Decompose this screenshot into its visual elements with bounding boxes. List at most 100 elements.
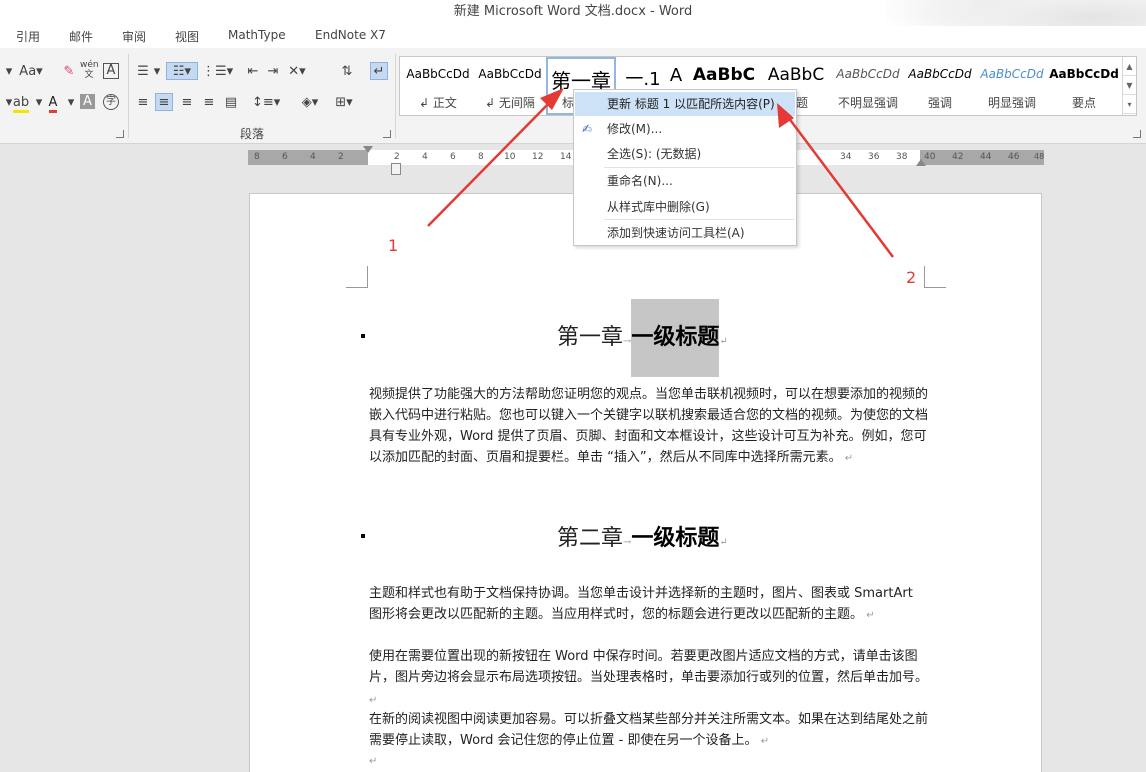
tab-mathtype[interactable]: MathType (228, 28, 286, 42)
ruler-number: 48 (1034, 152, 1045, 161)
dropdown-arrow-icon[interactable]: ▾ (152, 63, 162, 81)
menu-item-select-all[interactable]: 全选(S): (无数据) (575, 142, 795, 166)
style-context-menu: 更新 标题 1 以匹配所选内容(P) ✍ 修改(M)... 全选(S): (无数据… (573, 89, 797, 246)
ruler-number: 6 (450, 152, 456, 162)
shading-icon[interactable]: ◈▾ (296, 94, 324, 112)
show-marks-icon[interactable]: ↵ (370, 62, 388, 80)
tab-view[interactable]: 视图 (175, 28, 199, 45)
style-sample: 一.1 (625, 69, 661, 90)
change-case-label: Aa (19, 64, 37, 79)
ruler-number: 10 (504, 152, 516, 162)
pinyin-guide-icon[interactable]: wén 文 (80, 60, 99, 80)
right-indent-marker[interactable] (916, 159, 926, 166)
paragraph-1[interactable]: 视频提供了功能强大的方法帮助您证明您的观点。当您单击联机视频时，可以在想要添加的… (369, 384, 929, 469)
menu-item-remove-from-gallery[interactable]: 从样式库中删除(G) (575, 195, 795, 219)
annotation-label-1: 1 (388, 236, 399, 255)
tab-mailings[interactable]: 邮件 (69, 28, 93, 45)
first-line-indent-marker[interactable] (363, 146, 373, 154)
style-name: 不明显强调 (837, 96, 898, 110)
style-name: 要点 (1071, 96, 1096, 110)
margin-corner-right (924, 266, 946, 288)
font-color-icon[interactable]: A (44, 94, 62, 113)
style-subtle-emphasis[interactable]: AaBbCcDd 不明显强调 (832, 57, 904, 115)
menu-item-add-to-qat[interactable]: 添加到快速访问工具栏(A) (575, 221, 795, 245)
group-separator (395, 54, 396, 138)
modify-icon: ✍ (582, 122, 593, 136)
align-center-icon[interactable]: ≡ (155, 93, 173, 111)
style-sample: AaBbCcDd (1049, 67, 1119, 81)
scroll-down-icon[interactable]: ▼ (1123, 76, 1136, 95)
menu-separator (604, 219, 794, 220)
char-shading-icon[interactable]: A (80, 94, 95, 109)
heading-2[interactable]: 第二章→一级标题↵ (557, 520, 728, 552)
menu-item-modify-label: 修改(M)... (607, 122, 663, 136)
ruler-number: 36 (868, 152, 880, 162)
style-sample: AaBbC (767, 65, 825, 85)
menu-item-update-style[interactable]: 更新 标题 1 以匹配所选内容(P) (575, 92, 795, 116)
ruler-number: 12 (532, 152, 544, 162)
clear-format-icon[interactable]: ✎ (60, 63, 78, 81)
heading-1[interactable]: 第一章→一级标题↵ (557, 299, 728, 377)
paragraph-3-text: 使用在需要位置出现的新按钮在 Word 中保存时间。若要更改图片适应文档的方式，… (369, 649, 929, 685)
heading-bullet (361, 534, 365, 538)
empty-paragraph[interactable]: ↵ (369, 750, 929, 772)
paragraph-4-text: 在新的阅读视图中阅读更加容易。可以折叠文档某些部分并关注所需文本。如果在达到结尾… (369, 712, 929, 748)
expand-gallery-icon[interactable]: ▾ (1123, 95, 1136, 114)
style-normal[interactable]: AaBbCcDd ↲ 正文 (402, 57, 474, 115)
left-indent-marker[interactable] (391, 163, 401, 175)
bullets-icon[interactable]: ☰ (134, 63, 152, 81)
line-spacing-icon[interactable]: ↕≡▾ (252, 94, 280, 112)
heading-2-text: 一级标题 (631, 525, 720, 551)
title-bar: 新建 Microsoft Word 文档.docx - Word (0, 0, 1146, 60)
ruler-left-margin (248, 150, 368, 165)
dropdown-arrow-icon[interactable]: ▾ (0, 63, 18, 81)
styles-dialog-launcher[interactable] (1133, 130, 1141, 138)
align-right-icon[interactable]: ≡ (178, 94, 196, 112)
menu-item-modify[interactable]: ✍ 修改(M)... (575, 117, 795, 141)
font-dialog-launcher[interactable] (116, 130, 124, 138)
change-case-button[interactable]: Aa▾ (18, 63, 44, 81)
borders-icon[interactable]: ⊞▾ (330, 94, 358, 112)
increase-indent-icon[interactable]: ⇥ (264, 63, 282, 81)
paragraph-mark: ↵ (369, 756, 378, 767)
style-emphasis[interactable]: AaBbCcDd 强调 (904, 57, 976, 115)
style-intense-emphasis[interactable]: AaBbCcDd 明显强调 (976, 57, 1048, 115)
heading-1-prefix: 第一章 (557, 325, 624, 350)
tab-review[interactable]: 审阅 (122, 28, 146, 45)
align-left-icon[interactable]: ≡ (134, 94, 152, 112)
menu-item-rename[interactable]: 重命名(N)... (575, 169, 795, 193)
highlight-icon[interactable]: ab (12, 94, 30, 113)
ruler-number: 6 (282, 152, 288, 162)
ruler-number: 38 (896, 152, 908, 162)
enclose-char-icon[interactable]: 字 (103, 94, 119, 110)
paragraph-dialog-launcher[interactable] (383, 130, 391, 138)
paragraph-3[interactable]: 使用在需要位置出现的新按钮在 Word 中保存时间。若要更改图片适应文档的方式，… (369, 646, 929, 711)
ruler-number: 4 (422, 152, 428, 162)
tab-references[interactable]: 引用 (16, 28, 40, 45)
char-border-icon[interactable]: A (103, 63, 119, 79)
paragraph-4[interactable]: 在新的阅读视图中阅读更加容易。可以折叠文档某些部分并关注所需文本。如果在达到结尾… (369, 709, 929, 752)
scroll-up-icon[interactable]: ▲ (1123, 57, 1136, 76)
sort-icon[interactable]: ⇅ (338, 63, 356, 81)
paragraph-mark: ↵ (719, 336, 728, 347)
style-no-spacing[interactable]: AaBbCcDd ↲ 无间隔 (474, 57, 546, 115)
style-name: 强调 (927, 96, 952, 110)
paragraph-mark: ↵ (757, 736, 770, 747)
pinyin-label: wén (80, 60, 99, 70)
numbering-icon[interactable]: ☷▾ (166, 62, 198, 80)
document-page[interactable]: 第一章→一级标题↵ 视频提供了功能强大的方法帮助您证明您的观点。当您单击联机视频… (249, 193, 1042, 772)
chinese-layout-icon[interactable]: ✕▾ (284, 63, 310, 81)
ruler-number: 34 (840, 152, 852, 162)
multilevel-list-icon[interactable]: ⋮☰▾ (202, 63, 233, 81)
distribute-icon[interactable]: ▤ (222, 94, 240, 112)
paragraph-2[interactable]: 主题和样式也有助于文档保持协调。当您单击设计并选择新的主题时，图片、图表或 Sm… (369, 583, 929, 626)
justify-icon[interactable]: ≡ (200, 94, 218, 112)
ruler-number: 2 (394, 152, 400, 162)
dropdown-arrow-icon[interactable]: ▾ (62, 94, 80, 112)
style-name: 明显强调 (987, 96, 1036, 110)
paragraph-mark: ↵ (863, 610, 875, 621)
tab-endnote[interactable]: EndNote X7 (315, 28, 386, 42)
paragraph-mark: ↵ (841, 453, 854, 464)
style-strong[interactable]: AaBbCcDd 要点 (1048, 57, 1120, 115)
decrease-indent-icon[interactable]: ⇤ (244, 63, 262, 81)
